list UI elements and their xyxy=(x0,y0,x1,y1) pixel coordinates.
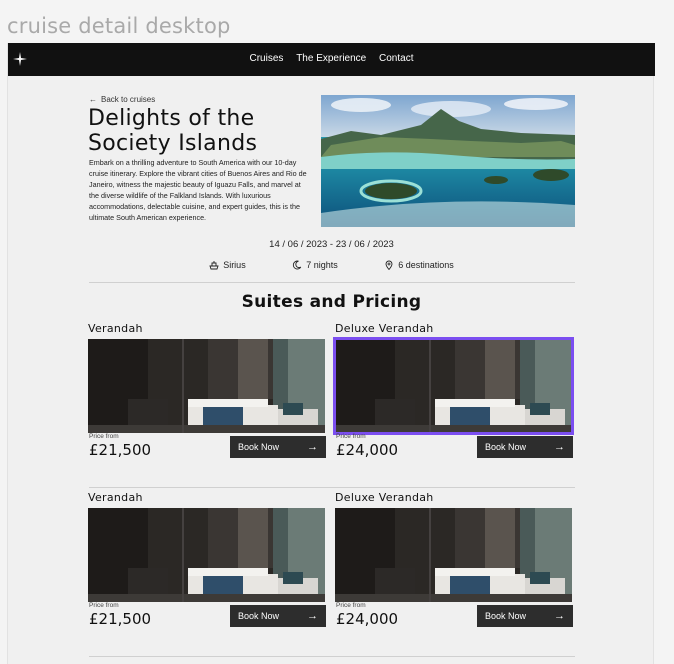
book-now-button[interactable]: Book Now → xyxy=(477,436,573,458)
suite-price: £21,500 xyxy=(89,441,152,459)
suite-name: Verandah xyxy=(88,491,143,504)
price-label: Price from xyxy=(89,433,119,440)
room-illustration xyxy=(335,339,572,433)
back-link-label: Back to cruises xyxy=(101,95,156,104)
destinations-count: 6 destinations xyxy=(398,260,454,270)
arrow-right-icon: → xyxy=(307,441,318,453)
arrow-right-icon: → xyxy=(554,610,565,622)
ship-icon xyxy=(209,261,219,270)
book-now-label: Book Now xyxy=(485,611,527,621)
cruise-description: Embark on a thrilling adventure to South… xyxy=(89,158,307,222)
suite-card: Deluxe Verandah Price from £24,000 Book … xyxy=(333,322,575,462)
nav-link-the-experience[interactable]: The Experience xyxy=(296,53,366,64)
suites-section-title: Suites and Pricing xyxy=(241,292,422,312)
cruise-dates: 14 / 06 / 2023 - 23 / 06 / 2023 xyxy=(269,239,394,250)
suite-price: £21,500 xyxy=(89,610,152,628)
suite-card: Deluxe Verandah Price from £24,000 Book … xyxy=(335,491,575,631)
book-now-label: Book Now xyxy=(238,442,280,452)
cruise-title: Delights of the Society Islands xyxy=(88,106,328,156)
price-label: Price from xyxy=(336,602,366,609)
nav-link-contact[interactable]: Contact xyxy=(379,53,413,64)
arrow-right-icon: → xyxy=(307,610,318,622)
nav-link-cruises[interactable]: Cruises xyxy=(250,53,284,64)
destinations-info: 6 destinations xyxy=(384,260,454,271)
book-now-button[interactable]: Book Now → xyxy=(230,605,326,627)
cruise-title-line-2: Society Islands xyxy=(88,131,258,156)
book-now-label: Book Now xyxy=(238,611,280,621)
room-illustration xyxy=(88,508,325,602)
book-now-button[interactable]: Book Now → xyxy=(477,605,573,627)
moon-icon xyxy=(293,260,302,270)
suite-row-divider xyxy=(89,656,575,657)
map-pin-icon xyxy=(385,260,393,271)
section-divider xyxy=(89,282,575,283)
suite-name: Deluxe Verandah xyxy=(335,491,434,504)
room-illustration xyxy=(88,339,325,433)
room-illustration xyxy=(335,508,572,602)
arrow-left-icon: ← xyxy=(89,95,97,104)
suite-name: Deluxe Verandah xyxy=(335,322,434,335)
ship-name: Sirius xyxy=(223,260,246,270)
suite-row-divider xyxy=(89,487,575,488)
suite-room-image[interactable] xyxy=(88,339,325,433)
suite-card: Verandah Price from £21,500 Book Now → xyxy=(88,491,328,631)
suite-room-image[interactable] xyxy=(333,337,574,435)
nav-links: Cruises The Experience Contact xyxy=(8,53,655,64)
page-frame: Cruises The Experience Contact ← Back to … xyxy=(7,43,655,664)
suite-room-image[interactable] xyxy=(88,508,325,602)
island-illustration xyxy=(321,95,575,227)
price-label: Price from xyxy=(336,433,366,440)
cruise-title-line-1: Delights of the xyxy=(88,106,255,131)
suite-card: Verandah Price from £21,500 Book Now → xyxy=(88,322,328,462)
suite-room-image[interactable] xyxy=(335,508,572,602)
suite-price: £24,000 xyxy=(336,441,399,459)
frame-label: cruise detail desktop xyxy=(7,14,231,38)
book-now-button[interactable]: Book Now → xyxy=(230,436,326,458)
hero-island-image xyxy=(321,95,575,227)
cruise-meta-row: Sirius 7 nights 6 destinations xyxy=(8,260,655,271)
price-label: Price from xyxy=(89,602,119,609)
suite-price: £24,000 xyxy=(336,610,399,628)
back-to-cruises-link[interactable]: ← Back to cruises xyxy=(89,95,155,104)
arrow-right-icon: → xyxy=(554,441,565,453)
nights-count: 7 nights xyxy=(306,260,338,270)
nights-info: 7 nights xyxy=(292,260,338,270)
ship-info: Sirius xyxy=(209,260,246,270)
top-navbar: Cruises The Experience Contact xyxy=(8,43,655,76)
suite-name: Verandah xyxy=(88,322,143,335)
book-now-label: Book Now xyxy=(485,442,527,452)
